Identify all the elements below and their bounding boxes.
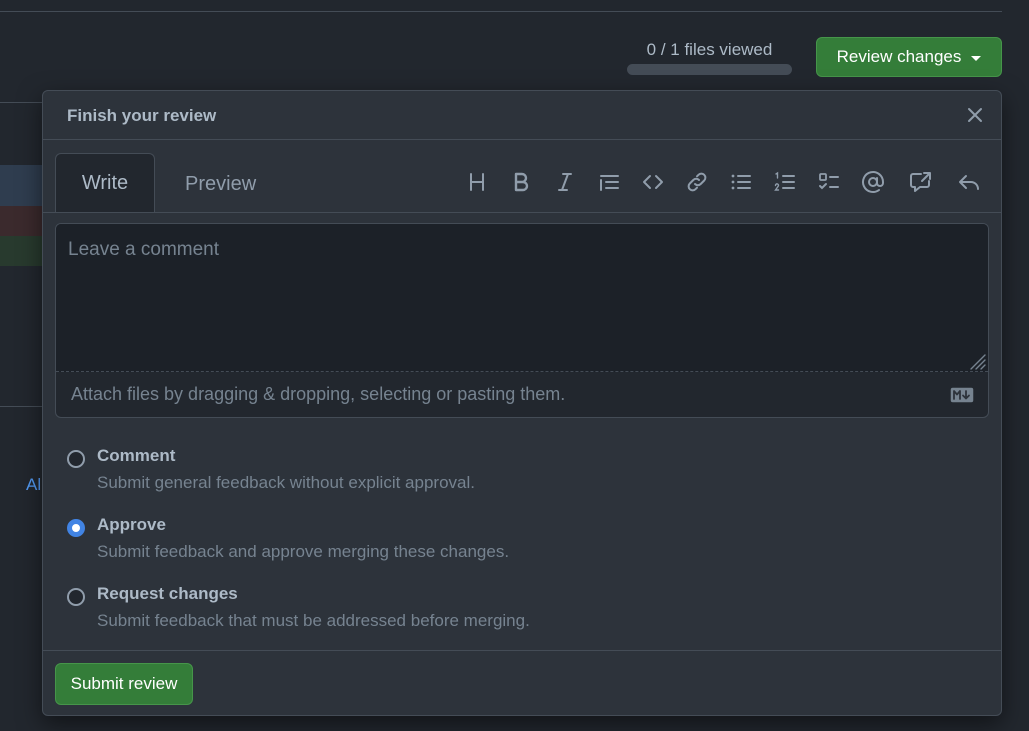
link-icon[interactable] [683,168,711,196]
footer-divider [43,650,1001,651]
bold-icon[interactable] [507,168,535,196]
files-viewed-progress-bar [627,64,792,75]
radio-request-changes[interactable] [67,588,85,606]
comment-editor: Attach files by dragging & dropping, sel… [55,223,989,418]
task-list-icon[interactable] [815,168,843,196]
background-diff-line-green [0,236,44,266]
heading-icon[interactable] [463,168,491,196]
tab-write[interactable]: Write [55,153,155,212]
top-divider [0,11,1002,12]
submit-review-button[interactable]: Submit review [55,663,193,705]
code-icon[interactable] [639,168,667,196]
attach-files-hint[interactable]: Attach files by dragging & dropping, sel… [71,384,565,405]
bulleted-list-icon[interactable] [727,168,755,196]
numbered-list-icon[interactable] [771,168,799,196]
background-diff-line-blue [0,165,44,206]
tab-preview[interactable]: Preview [185,173,256,196]
option-approve-description: Submit feedback and approve merging thes… [97,542,510,561]
option-approve-label: Approve [97,515,166,534]
option-comment-description: Submit general feedback without explicit… [97,473,475,492]
popover-title: Finish your review [67,106,217,125]
review-changes-button[interactable]: Review changes [816,37,1002,77]
markdown-toolbar [463,168,983,196]
quote-icon[interactable] [595,168,623,196]
mention-icon[interactable] [859,168,887,196]
editor-tabs: Write Preview [43,140,1001,213]
reply-icon[interactable] [955,168,983,196]
italic-icon[interactable] [551,168,579,196]
option-request-changes-label: Request changes [97,584,238,603]
popover-header: Finish your review [43,91,1001,140]
markdown-icon[interactable] [950,387,974,403]
option-request-changes-description: Submit feedback that must be addressed b… [97,611,530,630]
resize-grip-icon[interactable] [966,350,986,370]
background-link-fragment: Al [26,475,42,494]
chevron-down-icon [971,55,982,61]
radio-approve[interactable] [67,519,85,537]
option-comment-label: Comment [97,446,176,465]
files-viewed-count: 0 / 1 files viewed [646,40,773,59]
radio-comment[interactable] [67,450,85,468]
comment-textarea[interactable] [56,224,988,372]
reference-icon[interactable] [907,168,935,196]
background-diff-line-red [0,206,44,236]
close-icon[interactable] [963,103,987,127]
review-changes-label: Review changes [836,47,962,66]
finish-review-popover: Finish your review Write Preview Leave a… [42,90,1002,716]
